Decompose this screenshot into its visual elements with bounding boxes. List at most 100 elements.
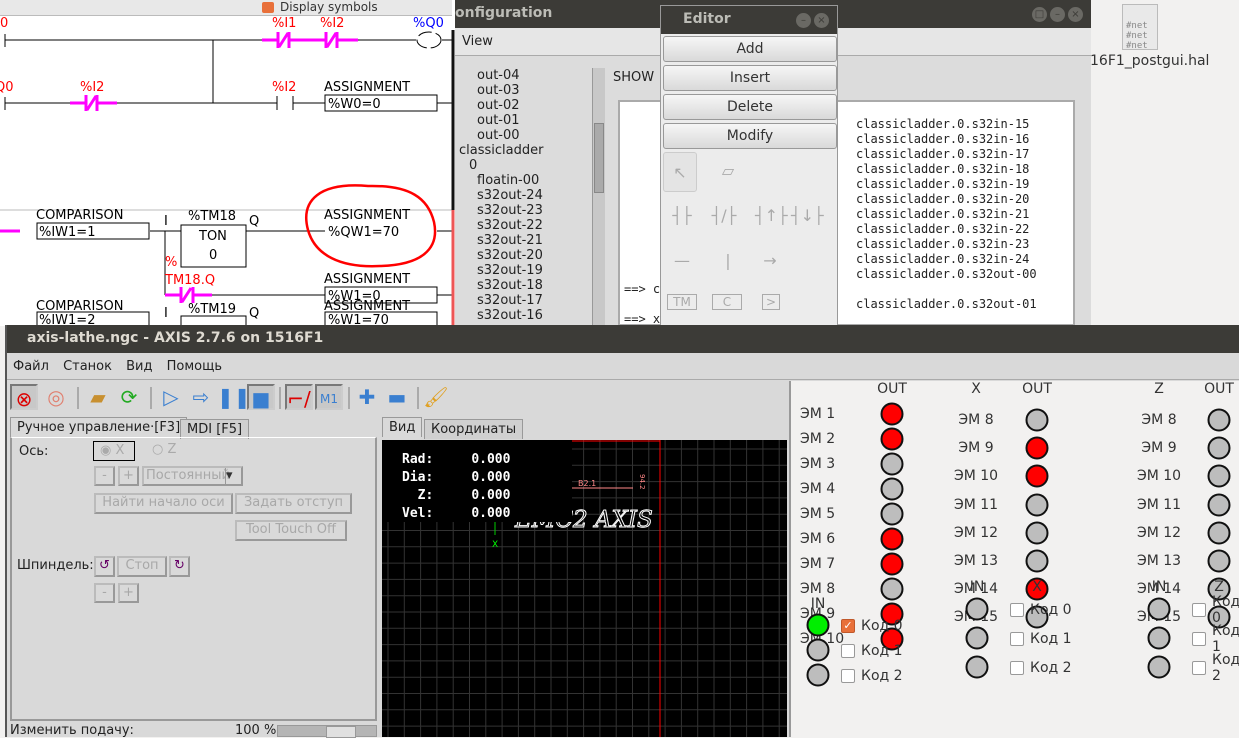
tab-mdi[interactable]: MDI [F5] [180, 419, 250, 439]
tree-item[interactable]: out-02 [459, 98, 591, 113]
menu-help[interactable]: Помощь [167, 359, 222, 374]
minimize-icon[interactable]: – [1050, 7, 1065, 22]
touch-off-button[interactable]: Задать отступ [235, 493, 352, 514]
tree-item[interactable]: floatin-00 [459, 173, 591, 188]
output-led [1025, 521, 1049, 545]
compare-tool[interactable]: > [762, 294, 780, 310]
code-checkbox[interactable] [1192, 661, 1206, 675]
code-checkbox[interactable] [1192, 603, 1206, 617]
falling-edge-tool-icon[interactable]: ┤↓├ [791, 206, 824, 225]
tree-item[interactable]: s32out-23 [459, 203, 591, 218]
run-icon[interactable]: ▷ [157, 384, 185, 410]
maximize-icon[interactable]: □ [1032, 7, 1047, 22]
code-label[interactable]: Код 2 [861, 668, 903, 684]
stop-icon[interactable]: ■ [247, 384, 275, 411]
tree-item[interactable]: classicladder [459, 143, 591, 158]
open-file-icon[interactable]: ▰ [84, 384, 112, 410]
hal-tree[interactable]: out-04 out-03 out-02 out-01 out-00 classiclad… [459, 68, 591, 326]
tree-item[interactable]: s32out-16 [459, 308, 591, 323]
tree-item[interactable]: s32out-24 [459, 188, 591, 203]
spindle-cw-icon[interactable]: ↻ [169, 556, 190, 577]
eraser-tool-icon[interactable]: ▱ [713, 161, 743, 180]
zoom-in-icon[interactable]: ✚ [353, 384, 381, 410]
rising-edge-tool-icon[interactable]: ┤↑├ [755, 206, 788, 225]
tab-coordinates[interactable]: Координаты [424, 419, 524, 439]
axis-z-radio[interactable]: ○ Z [152, 442, 176, 457]
step-icon[interactable]: ⇨ [187, 384, 215, 410]
pause-icon[interactable]: ❚❚ [217, 384, 251, 410]
code-checkbox[interactable] [1010, 632, 1024, 646]
tree-item[interactable]: out-04 [459, 68, 591, 83]
code-label[interactable]: Код 2 [1030, 660, 1072, 676]
closed-contact-tool-icon[interactable]: ┤/├ [709, 206, 739, 225]
code-label[interactable]: Код 2 [1212, 652, 1239, 684]
code-checkbox[interactable]: ✓ [841, 619, 855, 633]
optional-stop-icon[interactable]: M1 [315, 384, 343, 410]
pointer-tool-icon[interactable]: ↖ [663, 152, 697, 192]
menu-file[interactable]: Файл [13, 359, 49, 374]
reload-icon[interactable]: ⟳ [115, 384, 143, 410]
menu-machine[interactable]: Станок [63, 359, 112, 374]
code-checkbox[interactable] [1010, 603, 1024, 617]
code-checkbox[interactable] [1010, 661, 1024, 675]
spindle-ccw-icon[interactable]: ↺ [94, 556, 115, 577]
tree-item[interactable]: s32out-20 [459, 248, 591, 263]
tree-item[interactable]: s32out-19 [459, 263, 591, 278]
spindle-plus-button[interactable]: + [118, 583, 139, 603]
close-icon[interactable]: × [814, 13, 829, 28]
counter-tool[interactable]: C [712, 294, 742, 310]
tab-preview[interactable]: Вид [382, 417, 423, 437]
tab-show[interactable]: SHOW [613, 70, 654, 85]
code-label[interactable]: Код 0 [1030, 602, 1072, 618]
block-delete-icon[interactable]: ⌐/ [285, 384, 313, 411]
feed-override-slider[interactable] [277, 725, 377, 738]
tree-item[interactable]: s32out-18 [459, 278, 591, 293]
timer-tool[interactable]: TM [667, 294, 697, 310]
tree-item[interactable]: 0 [459, 158, 591, 173]
home-axis-button[interactable]: Найти начало оси [94, 493, 233, 514]
tab-manual-control[interactable]: Ручное управление·[F3] [10, 417, 188, 437]
horizontal-line-tool-icon[interactable]: — [667, 251, 697, 270]
menu-view[interactable]: Вид [126, 359, 152, 374]
long-line-tool-icon[interactable]: → [755, 251, 785, 270]
code-label[interactable]: Код 1 [1212, 623, 1239, 655]
estop-icon[interactable]: ⊗ [10, 384, 38, 411]
hal-file-icon[interactable]: #net #net #net [1122, 4, 1158, 51]
jog-minus-button[interactable]: - [94, 466, 115, 486]
modify-button[interactable]: Modify [663, 123, 837, 149]
delete-button[interactable]: Delete [663, 94, 837, 120]
vertical-line-tool-icon[interactable]: | [713, 251, 743, 270]
spindle-minus-button[interactable]: - [94, 583, 115, 603]
display-symbols-checkbox[interactable] [262, 2, 274, 13]
code-checkbox[interactable] [1192, 632, 1206, 646]
hal-file-label[interactable]: 16F1_postgui.hal [1090, 53, 1209, 69]
tool-touch-off-button[interactable]: Tool Touch Off [235, 520, 347, 541]
insert-button[interactable]: Insert [663, 65, 837, 91]
tree-item[interactable]: s32out-21 [459, 233, 591, 248]
tree-item[interactable]: s32out-22 [459, 218, 591, 233]
axis-x-radio[interactable]: ◉ X [93, 441, 135, 461]
code-label[interactable]: Код 1 [1030, 631, 1072, 647]
tree-item[interactable]: out-00 [459, 128, 591, 143]
code-label[interactable]: Код 0 [1212, 594, 1239, 626]
code-label[interactable]: Код 1 [861, 643, 903, 659]
add-button[interactable]: Add [663, 36, 837, 62]
tree-scrollbar[interactable] [592, 68, 605, 326]
open-contact-tool-icon[interactable]: ┤├ [667, 206, 697, 225]
code-label[interactable]: Код 0 [861, 618, 903, 634]
tree-item[interactable]: out-01 [459, 113, 591, 128]
spindle-stop-button[interactable]: Стоп [117, 556, 167, 577]
close-icon[interactable]: × [1068, 7, 1083, 22]
ladder-diagram[interactable]: 0 %I1 %I2 Q0 %I2 %I2 % TM18.Q %Q0 ASSIGN… [0, 0, 456, 326]
jog-mode-select[interactable]: Постоянный ▾ [142, 466, 243, 486]
tree-item[interactable]: s32out-17 [459, 293, 591, 308]
code-checkbox[interactable] [841, 669, 855, 683]
tree-item[interactable]: out-03 [459, 83, 591, 98]
code-checkbox[interactable] [841, 644, 855, 658]
minimize-icon[interactable]: – [796, 13, 811, 28]
machine-power-icon[interactable]: ◎ [42, 384, 70, 410]
toolpath-preview[interactable]: ZB2.1X10.112.194.2EMC2 AXIS Rad:0.000Dia… [382, 440, 787, 737]
zoom-out-icon[interactable]: ▬ [383, 384, 411, 410]
jog-plus-button[interactable]: + [118, 466, 139, 486]
clear-plot-icon[interactable]: 🖌 [422, 384, 450, 410]
